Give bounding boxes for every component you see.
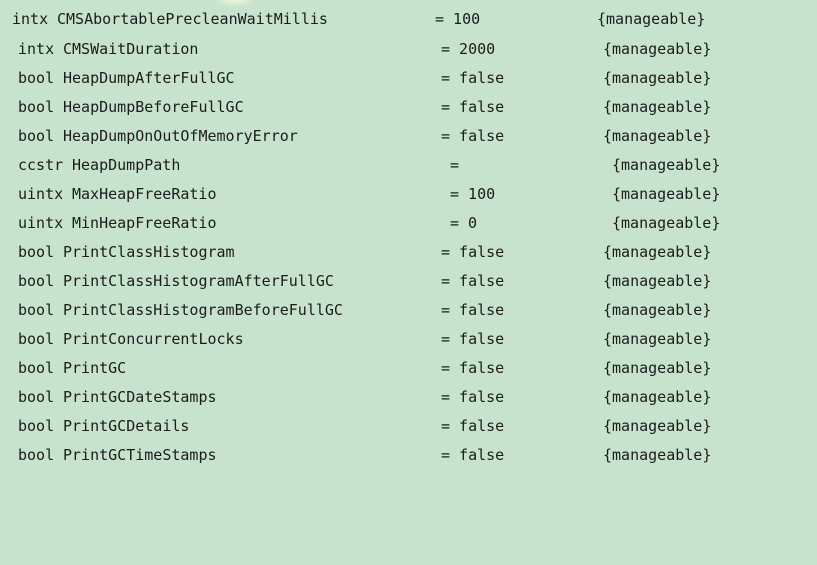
flag-attribute: {manageable} (603, 388, 712, 406)
flag-attribute: {manageable} (612, 214, 721, 232)
flag-type: bool (18, 301, 55, 319)
flag-row: ccstr HeapDumpPath = {manageable} (0, 155, 720, 175)
flag-row: bool PrintClassHistogram = false {manage… (0, 242, 711, 262)
flag-value: = false (441, 301, 505, 319)
flag-value: = false (441, 446, 505, 464)
flag-attribute: {manageable} (612, 156, 721, 174)
flag-type: bool (18, 330, 55, 348)
flag-name: PrintConcurrentLocks (63, 330, 244, 348)
flag-name: PrintClassHistogramAfterFullGC (63, 272, 334, 290)
flag-type: uintx (18, 214, 64, 232)
flag-value: = false (441, 330, 505, 348)
flag-type: bool (18, 98, 55, 116)
flag-value: = 2000 (441, 40, 496, 58)
flag-name: PrintGCDateStamps (63, 388, 217, 406)
flag-value: = false (441, 359, 505, 377)
flag-row: bool PrintGC = false {manageable} (0, 358, 711, 378)
flag-row: bool PrintGCTimeStamps = false {manageab… (0, 445, 711, 465)
flag-row: uintx MinHeapFreeRatio = 0 {manageable} (0, 213, 720, 233)
flag-attribute: {manageable} (603, 127, 712, 145)
flag-attribute: {manageable} (603, 272, 712, 290)
flag-row: bool PrintGCDateStamps = false {manageab… (0, 387, 711, 407)
flag-row: bool PrintConcurrentLocks = false {manag… (0, 329, 711, 349)
flag-value: = false (441, 98, 505, 116)
flag-type: bool (18, 69, 55, 87)
flag-name: HeapDumpBeforeFullGC (63, 98, 244, 116)
flag-attribute: {manageable} (603, 40, 712, 58)
flag-type: bool (18, 388, 55, 406)
flag-value: = false (441, 272, 505, 290)
flag-attribute: {manageable} (603, 69, 712, 87)
flag-name: MaxHeapFreeRatio (72, 185, 217, 203)
flag-attribute: {manageable} (603, 330, 712, 348)
flag-value: = 100 (450, 185, 496, 203)
flag-value: = (450, 156, 460, 174)
flag-row: bool PrintClassHistogramAfterFullGC = fa… (0, 271, 711, 291)
flag-row: bool PrintGCDetails = false {manageable} (0, 416, 711, 436)
flag-type: bool (18, 127, 55, 145)
flag-type: ccstr (18, 156, 64, 174)
flag-attribute: {manageable} (603, 98, 712, 116)
flag-type: bool (18, 272, 55, 290)
flag-row: intx CMSAbortablePrecleanWaitMillis = 10… (0, 9, 705, 29)
flag-attribute: {manageable} (603, 359, 712, 377)
flag-name: CMSWaitDuration (63, 40, 199, 58)
flag-name: PrintClassHistogramBeforeFullGC (63, 301, 343, 319)
flag-name: PrintGCTimeStamps (63, 446, 217, 464)
flag-value: = false (441, 127, 505, 145)
flag-attribute: {manageable} (597, 10, 706, 28)
flag-type: bool (18, 417, 55, 435)
flag-type: bool (18, 243, 55, 261)
flag-row: uintx MaxHeapFreeRatio = 100 {manageable… (0, 184, 720, 204)
flag-row: intx CMSWaitDuration = 2000 {manageable} (0, 39, 711, 59)
flag-row: bool PrintClassHistogramBeforeFullGC = f… (0, 300, 711, 320)
flag-value: = false (441, 243, 505, 261)
flag-name: HeapDumpAfterFullGC (63, 69, 235, 87)
jvm-flags-output: intx CMSAbortablePrecleanWaitMillis = 10… (0, 0, 817, 470)
flag-name: MinHeapFreeRatio (72, 214, 217, 232)
flag-name: HeapDumpPath (72, 156, 181, 174)
flag-type: intx (18, 40, 55, 58)
flag-value: = 0 (450, 214, 478, 232)
flag-value: = false (441, 69, 505, 87)
flag-name: PrintGC (63, 359, 127, 377)
flag-attribute: {manageable} (603, 446, 712, 464)
flag-type: uintx (18, 185, 64, 203)
flag-attribute: {manageable} (603, 301, 712, 319)
flag-row: bool HeapDumpAfterFullGC = false {manage… (0, 68, 711, 88)
flag-value: = 100 (435, 10, 481, 28)
flag-value: = false (441, 417, 505, 435)
flag-type: intx (12, 10, 49, 28)
flag-name: PrintGCDetails (63, 417, 190, 435)
flag-type: bool (18, 446, 55, 464)
flag-name: HeapDumpOnOutOfMemoryError (63, 127, 298, 145)
flag-row: bool HeapDumpBeforeFullGC = false {manag… (0, 97, 711, 117)
flag-attribute: {manageable} (603, 417, 712, 435)
flag-name: PrintClassHistogram (63, 243, 235, 261)
flag-attribute: {manageable} (612, 185, 721, 203)
flag-value: = false (441, 388, 505, 406)
flag-row: bool HeapDumpOnOutOfMemoryError = false … (0, 126, 711, 146)
flag-name: CMSAbortablePrecleanWaitMillis (57, 10, 328, 28)
flag-attribute: {manageable} (603, 243, 712, 261)
flag-type: bool (18, 359, 55, 377)
